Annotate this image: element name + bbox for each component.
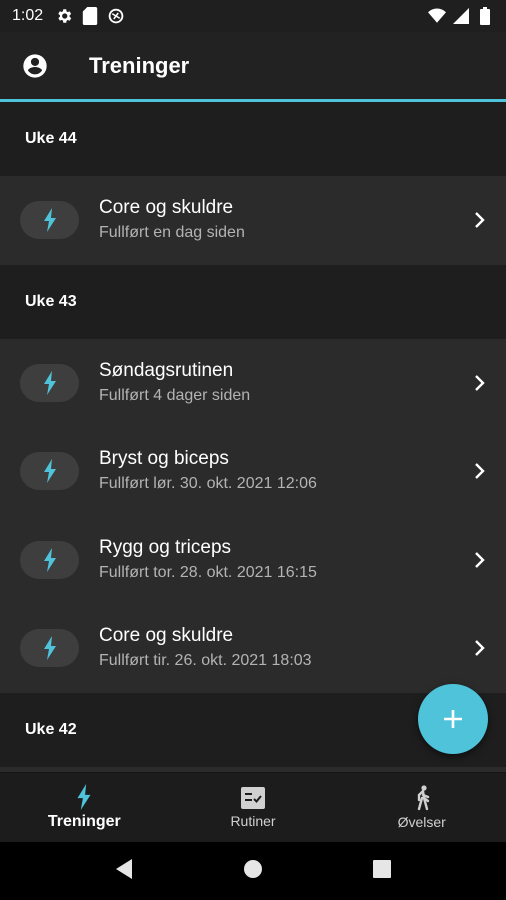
workout-text: Bryst og biceps Fullført lør. 30. okt. 2…: [99, 447, 452, 495]
plus-icon: [444, 710, 462, 728]
back-icon[interactable]: [114, 858, 134, 885]
checklist-icon: [241, 787, 265, 809]
nav-label: Øvelser: [397, 814, 446, 830]
bolt-icon: [43, 547, 56, 572]
week-header: Uke 43: [0, 264, 506, 339]
nav-item-rutiner[interactable]: Rutiner: [169, 773, 338, 842]
nav-item-treninger[interactable]: Treninger: [0, 773, 169, 842]
page-title: Treninger: [89, 53, 190, 78]
walking-icon: [417, 785, 429, 811]
account-circle-icon: [23, 54, 47, 78]
workout-text: Søndagsrutinen Fullført 4 dager siden: [99, 359, 452, 407]
workout-row[interactable]: Søndagsrutinen Fullført 4 dager siden: [0, 339, 506, 428]
account-button[interactable]: [0, 32, 70, 100]
chevron-right-icon: [452, 551, 506, 569]
app-bar: Treninger: [0, 32, 506, 100]
workout-row[interactable]: Rygg og triceps Fullført tor. 28. okt. 2…: [0, 516, 506, 605]
week-group: Core og skuldre Fullført en dag siden: [0, 176, 506, 265]
wifi-icon: [428, 7, 446, 25]
workout-title: Bryst og biceps: [99, 448, 229, 470]
workout-subtitle: Fullført lør. 30. okt. 2021 12:06: [99, 475, 317, 493]
bolt-icon: [43, 459, 56, 484]
workout-row[interactable]: Core og skuldre Fullført tir. 26. okt. 2…: [0, 604, 506, 693]
workout-text: Core og skuldre Fullført en dag siden: [99, 196, 452, 244]
workout-title: Rygg og triceps: [99, 536, 232, 558]
recents-icon[interactable]: [372, 859, 392, 884]
bolt-icon: [43, 636, 56, 661]
system-navigation-bar: [0, 842, 506, 900]
workout-title: Core og skuldre: [99, 625, 234, 647]
nav-label: Treninger: [47, 813, 121, 830]
workout-title: Søndagsrutinen: [99, 359, 234, 381]
data-saver-icon: [107, 7, 125, 25]
workout-row[interactable]: Bryst og biceps Fullført lør. 30. okt. 2…: [0, 427, 506, 516]
home-icon[interactable]: [243, 859, 263, 884]
add-workout-button[interactable]: [418, 684, 488, 754]
bolt-icon: [43, 208, 56, 233]
nav-label: Rutiner: [230, 813, 276, 829]
status-icons-left: [55, 7, 125, 25]
bolt-icon: [43, 370, 56, 395]
workout-type-badge: [20, 363, 79, 402]
bottom-navigation: Treninger Rutiner Øvelser: [0, 772, 506, 842]
nav-item-ovelser[interactable]: Øvelser: [337, 773, 506, 842]
chevron-right-icon: [452, 639, 506, 657]
workout-title: Core og skuldre: [99, 197, 234, 219]
workout-type-badge: [20, 540, 79, 579]
settings-icon: [55, 7, 73, 25]
sim-card-icon: [81, 7, 99, 25]
workout-list[interactable]: Uke 44 Core og skuldre Fullført en dag s…: [0, 102, 506, 772]
chevron-right-icon: [452, 211, 506, 229]
week-header: Uke 44: [0, 102, 506, 176]
workout-subtitle: Fullført tir. 26. okt. 2021 18:03: [99, 652, 312, 670]
workout-text: Core og skuldre Fullført tir. 26. okt. 2…: [99, 624, 452, 672]
workout-subtitle: Fullført tor. 28. okt. 2021 16:15: [99, 563, 317, 581]
workout-row[interactable]: Core og skuldre Fullført en dag siden: [0, 176, 506, 265]
workout-type-badge: [20, 201, 79, 240]
workout-type-badge: [20, 452, 79, 491]
week-group: Søndagsrutinen Fullført 4 dager siden Br…: [0, 338, 506, 693]
workout-subtitle: Fullført en dag siden: [99, 224, 245, 242]
battery-icon: [476, 7, 494, 25]
status-bar: 1:02: [0, 0, 506, 32]
workout-type-badge: [20, 629, 79, 668]
workout-subtitle: Fullført 4 dager siden: [99, 386, 251, 404]
status-time: 1:02: [12, 7, 44, 24]
chevron-right-icon: [452, 462, 506, 480]
signal-icon: [452, 7, 470, 25]
workout-text: Rygg og triceps Fullført tor. 28. okt. 2…: [99, 536, 452, 584]
bolt-icon: [77, 784, 91, 810]
status-icons-right: [428, 7, 494, 25]
chevron-right-icon: [452, 374, 506, 392]
